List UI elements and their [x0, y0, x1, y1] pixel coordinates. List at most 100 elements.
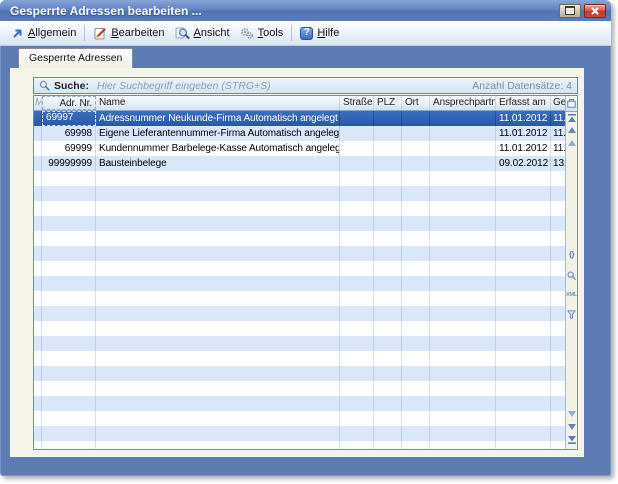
titlebar[interactable]: Gesperrte Adressen bearbeiten ... [0, 0, 611, 21]
quick-search-button[interactable] [566, 271, 577, 280]
cell-erfasst-am [496, 411, 551, 426]
cell-plz [374, 246, 402, 261]
scroll-up-button[interactable] [566, 140, 577, 146]
cell-ort [402, 261, 430, 276]
tab-gesperrte-adressen[interactable]: Gesperrte Adressen [18, 48, 133, 68]
cell-strasse [340, 426, 374, 441]
cell-adr-nr [42, 261, 96, 276]
cell-plz [374, 351, 402, 366]
cell-ansprechpartner [430, 396, 496, 411]
column-header-name[interactable]: Name [96, 96, 340, 110]
cell-m [34, 321, 42, 336]
scroll-to-bottom-button[interactable] [566, 436, 577, 444]
column-header-m[interactable]: M [34, 96, 42, 110]
cell-m [34, 351, 42, 366]
cell-ansprechpartner [430, 216, 496, 231]
cell-adr-nr [42, 321, 96, 336]
cell-ort [402, 321, 430, 336]
cell-ge [551, 336, 565, 351]
cell-strasse [340, 396, 374, 411]
cell-erfasst-am [496, 366, 551, 381]
menu-item-bearbeiten[interactable]: Bearbeiten [88, 25, 169, 42]
cell-name [96, 306, 340, 321]
table-row[interactable]: 69997Adressnummer Neukunde-Firma Automat… [34, 111, 565, 126]
menu-item-allgemein[interactable]: Allgemein [6, 25, 81, 42]
cell-ansprechpartner [430, 261, 496, 276]
magnifier-document-icon [175, 27, 190, 40]
cell-strasse [340, 216, 374, 231]
restore-button[interactable] [559, 4, 581, 18]
cell-ge [551, 216, 565, 231]
cell-ort [402, 411, 430, 426]
cell-ge [551, 291, 565, 306]
cell-name [96, 426, 340, 441]
menubar: Allgemein Bearbeiten Ansicht [0, 21, 611, 46]
menu-item-ansicht[interactable]: Ansicht [170, 25, 235, 42]
table-header: M Adr. Nr. Name Straße PLZ Ort Ansprechp… [34, 96, 565, 111]
cell-plz [374, 366, 402, 381]
cell-plz [374, 126, 402, 141]
cell-ge [551, 306, 565, 321]
table-row[interactable]: 69999Kundennummer Barbelege-Kasse Automa… [34, 141, 565, 156]
cell-erfasst-am [496, 216, 551, 231]
cell-erfasst-am [496, 321, 551, 336]
column-header-erfasst-am[interactable]: Erfasst am [496, 96, 551, 110]
cell-plz [374, 411, 402, 426]
table-row-empty [34, 216, 565, 231]
cell-name: Kundennummer Barbelege-Kasse Automatisch… [96, 141, 340, 156]
cell-ort [402, 231, 430, 246]
column-chooser-button[interactable] [566, 96, 577, 112]
cell-ansprechpartner [430, 156, 496, 171]
cell-adr-nr: 69997 [42, 111, 96, 126]
table-row-empty [34, 306, 565, 321]
menu-item-hilfe[interactable]: ? Hilfe [295, 25, 344, 42]
column-header-adr-nr[interactable]: Adr. Nr. [42, 96, 96, 110]
table-row-empty [34, 426, 565, 441]
column-header-plz[interactable]: PLZ [374, 96, 402, 110]
cell-ansprechpartner [430, 336, 496, 351]
cell-ansprechpartner [430, 441, 496, 449]
cell-m [34, 246, 42, 261]
cell-adr-nr [42, 441, 96, 449]
cell-name [96, 381, 340, 396]
scroll-page-down-button[interactable] [566, 424, 577, 430]
close-button[interactable] [584, 4, 606, 18]
column-header-ort[interactable]: Ort [402, 96, 430, 110]
xml-export-button[interactable]: XML [566, 292, 577, 298]
scroll-to-top-button[interactable] [566, 114, 577, 122]
scroll-page-up-button[interactable] [566, 127, 577, 133]
cell-plz [374, 201, 402, 216]
column-chooser-icon [567, 99, 576, 108]
cell-name [96, 246, 340, 261]
cell-adr-nr [42, 201, 96, 216]
cell-plz [374, 186, 402, 201]
cell-ort [402, 381, 430, 396]
cell-ansprechpartner [430, 276, 496, 291]
cell-adr-nr [42, 171, 96, 186]
filter-button[interactable] [566, 310, 577, 319]
cell-strasse [340, 171, 374, 186]
cell-erfasst-am [496, 231, 551, 246]
menu-item-label: Allgemein [28, 27, 76, 39]
cell-ge [551, 321, 565, 336]
scroll-to-top-icon [568, 114, 576, 122]
brackets-button[interactable]: {} [566, 251, 577, 259]
cell-ansprechpartner [430, 366, 496, 381]
cell-erfasst-am [496, 351, 551, 366]
cell-m [34, 291, 42, 306]
column-header-ge[interactable]: Ge [551, 96, 565, 110]
search-input[interactable]: Suche: Hier Suchbegriff eingeben (STRG+S… [33, 77, 578, 94]
column-header-ansprechpartner[interactable]: Ansprechpartner [430, 96, 496, 110]
cell-ort [402, 396, 430, 411]
cell-erfasst-am [496, 426, 551, 441]
column-header-strasse[interactable]: Straße [340, 96, 374, 110]
menu-item-tools[interactable]: Tools [235, 25, 289, 42]
scroll-down-button[interactable] [566, 411, 577, 417]
cell-adr-nr [42, 426, 96, 441]
table-row-empty [34, 336, 565, 351]
cell-ansprechpartner [430, 171, 496, 186]
table-row[interactable]: 69998Eigene Lieferantennummer-Firma Auto… [34, 126, 565, 141]
cell-erfasst-am [496, 381, 551, 396]
cell-plz [374, 231, 402, 246]
table-row[interactable]: 99999999Bausteinbelege09.02.201213. [34, 156, 565, 171]
